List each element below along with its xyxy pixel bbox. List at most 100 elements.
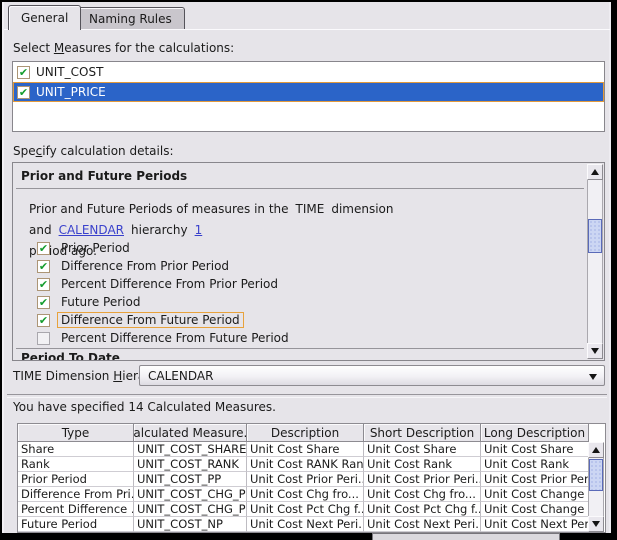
tab-panel-edge <box>4 29 610 30</box>
table-cell: Prior Period <box>18 472 134 487</box>
calc-option[interactable]: ✔ Prior Period <box>37 239 557 257</box>
calc-option-label: Percent Difference From Future Period <box>61 331 289 345</box>
calc-details-panel: Prior and Future Periods Prior and Futur… <box>12 162 605 361</box>
table-cell: Unit Cost Next Peri... <box>481 517 589 532</box>
checkbox-icon[interactable]: ✔ <box>17 65 30 79</box>
table-cell: Future Period <box>18 517 134 532</box>
next-group-title: Period To Date <box>21 351 120 361</box>
table-cell: Unit Cost Prior Peri... <box>364 472 481 487</box>
table-cell: Unit Cost Change f... <box>481 487 589 502</box>
scroll-down-button[interactable] <box>588 516 604 532</box>
calc-option[interactable]: ✔ Difference From Prior Period <box>37 257 557 275</box>
table-cell: Unit Cost Rank <box>481 457 589 472</box>
checkbox-icon[interactable]: ✔ <box>37 277 50 291</box>
separator <box>16 348 584 349</box>
table-cell: Percent Difference ... <box>18 502 134 517</box>
table-row[interactable]: Difference From Pri... UNIT_COST_CHG_PP Un… <box>18 487 605 502</box>
table-cell: UNIT_COST_CHG_PP <box>134 487 247 502</box>
calc-option[interactable]: Percent Difference From Future Period <box>37 329 557 347</box>
table-cell: Unit Cost Chg fro... <box>364 487 481 502</box>
tab-general[interactable]: General <box>8 5 82 30</box>
table-cell: UNIT_COST_PP <box>134 472 247 487</box>
separator <box>16 188 584 189</box>
calc-option-label: Difference From Prior Period <box>61 259 230 273</box>
table-cell: Unit Cost Pct Chg f... <box>247 502 364 517</box>
table-cell: Unit Cost Prior Peri... <box>247 472 364 487</box>
calc-details-label: Specify calculation details: <box>13 144 174 158</box>
checkbox-icon[interactable]: ✔ <box>37 313 50 327</box>
table-cell: Unit Cost Pct Chg f... <box>364 502 481 517</box>
checkbox-icon[interactable]: ✔ <box>37 295 50 309</box>
scroll-up-button[interactable] <box>588 442 604 458</box>
table-cell: Unit Cost Share <box>247 442 364 457</box>
table-header-row: TypeCalculated Measure...DescriptionShor… <box>18 424 605 442</box>
table-row[interactable]: Prior Period UNIT_COST_PP Unit Cost Prior … <box>18 472 605 487</box>
scrollbar-thumb[interactable] <box>588 219 602 253</box>
checkbox-icon[interactable]: ✔ <box>17 85 30 99</box>
up-arrow-icon <box>591 169 599 175</box>
calculated-measures-table: TypeCalculated Measure...DescriptionShor… <box>17 423 606 533</box>
table-cell: Unit Cost RANK Rank <box>247 457 364 472</box>
measure-label: UNIT_PRICE <box>36 85 106 99</box>
calc-options-list: ✔ Prior Period ✔ Difference From Prior Peri… <box>37 239 557 347</box>
table-row[interactable]: Percent Difference ... UNIT_COST_CHG_PP Un… <box>18 502 605 517</box>
down-arrow-icon <box>592 521 600 527</box>
scroll-up-button[interactable] <box>587 164 603 180</box>
checkbox-icon[interactable]: ✔ <box>37 259 50 273</box>
table-cell: Unit Cost Next Peri... <box>364 517 481 532</box>
table-row[interactable]: Share UNIT_COST_SHARE Unit Cost Share Unit … <box>18 442 605 457</box>
calc-option[interactable]: ✔ Percent Difference From Prior Period <box>37 275 557 293</box>
calc-option-label: Percent Difference From Prior Period <box>61 277 278 291</box>
measures-list[interactable]: ✔ UNIT_COST ✔ UNIT_PRICE <box>12 61 605 132</box>
column-header[interactable]: Description <box>247 424 364 442</box>
calc-option-label: Prior Period <box>61 241 130 255</box>
table-cell: Unit Cost Rank <box>364 457 481 472</box>
measure-label: UNIT_COST <box>36 65 104 79</box>
column-header[interactable]: Long Description <box>481 424 589 442</box>
hierarchy-dropdown[interactable]: CALENDAR <box>139 365 605 386</box>
up-arrow-icon <box>592 447 600 453</box>
table-row[interactable]: Future Period UNIT_COST_NP Unit Cost Next … <box>18 517 605 532</box>
table-cell: Unit Cost Change f... <box>481 502 589 517</box>
calc-option-label: Future Period <box>61 295 141 309</box>
down-arrow-icon <box>591 348 599 354</box>
select-measures-label: Select Measures for the calculations: <box>13 41 235 55</box>
table-cell: Unit Cost Share <box>481 442 589 457</box>
column-header[interactable]: Calculated Measure... <box>134 424 247 442</box>
scrollbar-track[interactable] <box>588 458 604 516</box>
periods-count-link[interactable]: 1 <box>195 223 203 237</box>
hierarchy-link[interactable]: CALENDAR <box>59 223 124 237</box>
dropdown-arrow-icon <box>589 374 597 380</box>
calc-option[interactable]: ✔ Future Period <box>37 293 557 311</box>
column-header[interactable]: Type <box>18 424 134 442</box>
details-scrollbar[interactable] <box>587 164 603 359</box>
table-cell: UNIT_COST_NP <box>134 517 247 532</box>
table-cell: UNIT_COST_SHARE <box>134 442 247 457</box>
table-cell: Rank <box>18 457 134 472</box>
table-cell: Unit Cost Prior Peri... <box>481 472 589 487</box>
separator <box>7 394 607 398</box>
table-row[interactable]: Rank UNIT_COST_RANK Unit Cost RANK Rank Uni… <box>18 457 605 472</box>
table-cell: Unit Cost Chg fro... <box>247 487 364 502</box>
measure-item[interactable]: ✔ UNIT_COST <box>13 62 604 82</box>
scrollbar-track[interactable] <box>587 180 603 343</box>
calculated-measures-dialog: General Naming Rules Select Measures for… <box>0 0 617 540</box>
table-cell: Unit Cost Share <box>364 442 481 457</box>
table-cell: UNIT_COST_RANK <box>134 457 247 472</box>
calc-option-label: Difference From Future Period <box>57 312 244 328</box>
scrollbar-thumb[interactable] <box>589 459 603 491</box>
dimension-name: TIME <box>295 202 325 216</box>
group-title: Prior and Future Periods <box>21 169 188 183</box>
table-scrollbar[interactable] <box>588 442 604 532</box>
cropped-button-edge <box>372 533 560 540</box>
checkbox-icon[interactable]: ✔ <box>37 241 50 255</box>
tab-naming-rules[interactable]: Naming Rules <box>76 7 185 29</box>
checkbox-icon[interactable] <box>37 331 50 345</box>
table-cell: Share <box>18 442 134 457</box>
measure-item[interactable]: ✔ UNIT_PRICE <box>13 82 604 102</box>
scroll-down-button[interactable] <box>587 343 603 359</box>
column-header[interactable]: Short Description <box>364 424 481 442</box>
calc-option[interactable]: ✔ Difference From Future Period <box>37 311 557 329</box>
table-body: Share UNIT_COST_SHARE Unit Cost Share Unit … <box>18 442 605 532</box>
table-cell: Unit Cost Next Peri... <box>247 517 364 532</box>
